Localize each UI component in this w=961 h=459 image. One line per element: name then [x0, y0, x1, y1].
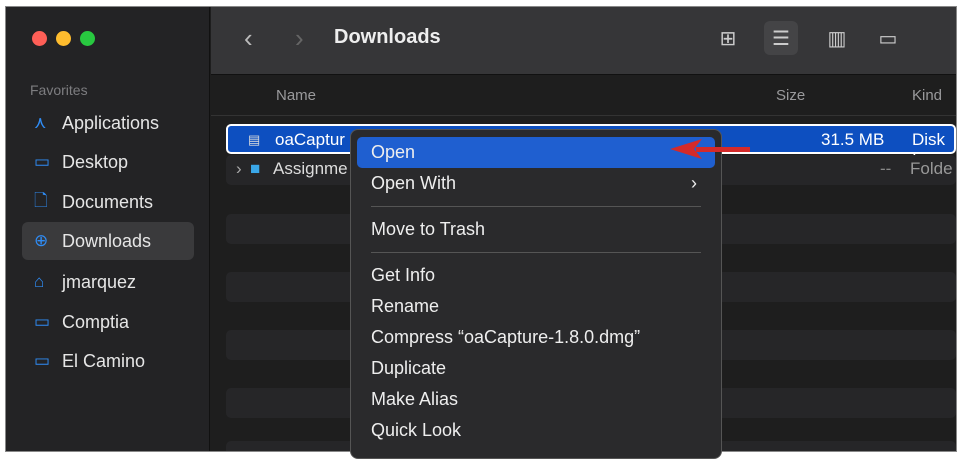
document-icon: 🗋: [34, 190, 48, 210]
disclosure-chevron-icon[interactable]: ›: [236, 159, 242, 179]
window-controls: [32, 31, 95, 46]
sidebar-item-downloads[interactable]: ⊕ Downloads: [22, 222, 194, 260]
folder-icon: ▭: [34, 312, 51, 331]
sidebar-item-documents[interactable]: 🗋 Documents: [22, 183, 194, 221]
menu-item-rename[interactable]: Rename: [357, 291, 715, 322]
desktop-icon: ▭: [34, 152, 51, 171]
file-size: --: [880, 159, 892, 178]
home-icon: ⌂: [34, 272, 45, 291]
minimize-button[interactable]: [56, 31, 71, 46]
menu-item-get-info[interactable]: Get Info: [357, 260, 715, 291]
sidebar-item-label: jmarquez: [62, 271, 137, 292]
sidebar-item-applications[interactable]: ⋏ Applications: [22, 104, 194, 142]
menu-item-duplicate[interactable]: Duplicate: [357, 353, 715, 384]
sidebar: Favorites ⋏ Applications ▭ Desktop 🗋 Docume…: [6, 7, 210, 451]
sidebar-item-label: Applications: [62, 112, 160, 133]
menu-separator: [371, 252, 701, 253]
sidebar-item-label: Documents: [62, 191, 154, 212]
menu-separator: [371, 206, 701, 207]
column-kind[interactable]: Kind: [912, 87, 942, 104]
menu-item-quick-look[interactable]: Quick Look: [357, 415, 715, 446]
file-kind: Folde: [910, 159, 953, 178]
toolbar: ‹ › Downloads ⊞ ☰ ▥ ▭: [211, 7, 956, 75]
folder-icon: ■: [250, 159, 261, 178]
list-view-button[interactable]: ☰: [764, 21, 798, 55]
gallery-view-button[interactable]: ▭: [871, 21, 905, 55]
forward-button[interactable]: ›: [295, 23, 304, 54]
sidebar-item-label: El Camino: [62, 350, 146, 371]
menu-item-open-with[interactable]: Open With ›: [357, 168, 715, 199]
download-icon: ⊕: [34, 231, 49, 250]
column-name[interactable]: Name: [276, 87, 316, 104]
menu-item-compress[interactable]: Compress “oaCapture-1.8.0.dmg”: [357, 322, 715, 353]
back-button[interactable]: ‹: [244, 23, 253, 54]
close-button[interactable]: [32, 31, 47, 46]
red-arrow-annotation-icon: [670, 139, 750, 159]
menu-item-make-alias[interactable]: Make Alias: [357, 384, 715, 415]
window-title: Downloads: [334, 26, 441, 48]
folder-icon: ▭: [34, 351, 51, 370]
sidebar-item-label: Comptia: [62, 311, 130, 332]
sidebar-item-desktop[interactable]: ▭ Desktop: [22, 143, 194, 181]
sidebar-item-label: Downloads: [62, 230, 152, 251]
chevron-right-icon: ›: [691, 173, 697, 193]
zoom-button[interactable]: [80, 31, 95, 46]
column-size[interactable]: Size: [776, 87, 805, 104]
sidebar-item-label: Desktop: [62, 151, 129, 172]
sidebar-item-comptia[interactable]: ▭ Comptia: [22, 303, 194, 341]
file-name: oaCaptur: [275, 130, 345, 149]
menu-item-open[interactable]: Open: [357, 137, 715, 168]
disk-image-icon: ▤: [248, 132, 261, 147]
file-name: Assignme: [273, 159, 348, 178]
sidebar-section-favorites: Favorites: [30, 82, 88, 98]
icon-view-button[interactable]: ⊞: [711, 21, 745, 55]
sidebar-item-el-camino[interactable]: ▭ El Camino: [22, 342, 194, 380]
sidebar-item-jmarquez[interactable]: ⌂ jmarquez: [22, 263, 194, 301]
column-header: Name Size Kind: [211, 76, 956, 116]
menu-item-label: Open With: [371, 173, 457, 193]
context-menu: Open Open With › Move to Trash Get Info R…: [350, 129, 722, 459]
column-view-button[interactable]: ▥: [820, 21, 854, 55]
menu-item-move-to-trash[interactable]: Move to Trash: [357, 214, 715, 245]
file-size: 31.5 MB: [821, 130, 885, 149]
apps-icon: ⋏: [34, 113, 47, 132]
